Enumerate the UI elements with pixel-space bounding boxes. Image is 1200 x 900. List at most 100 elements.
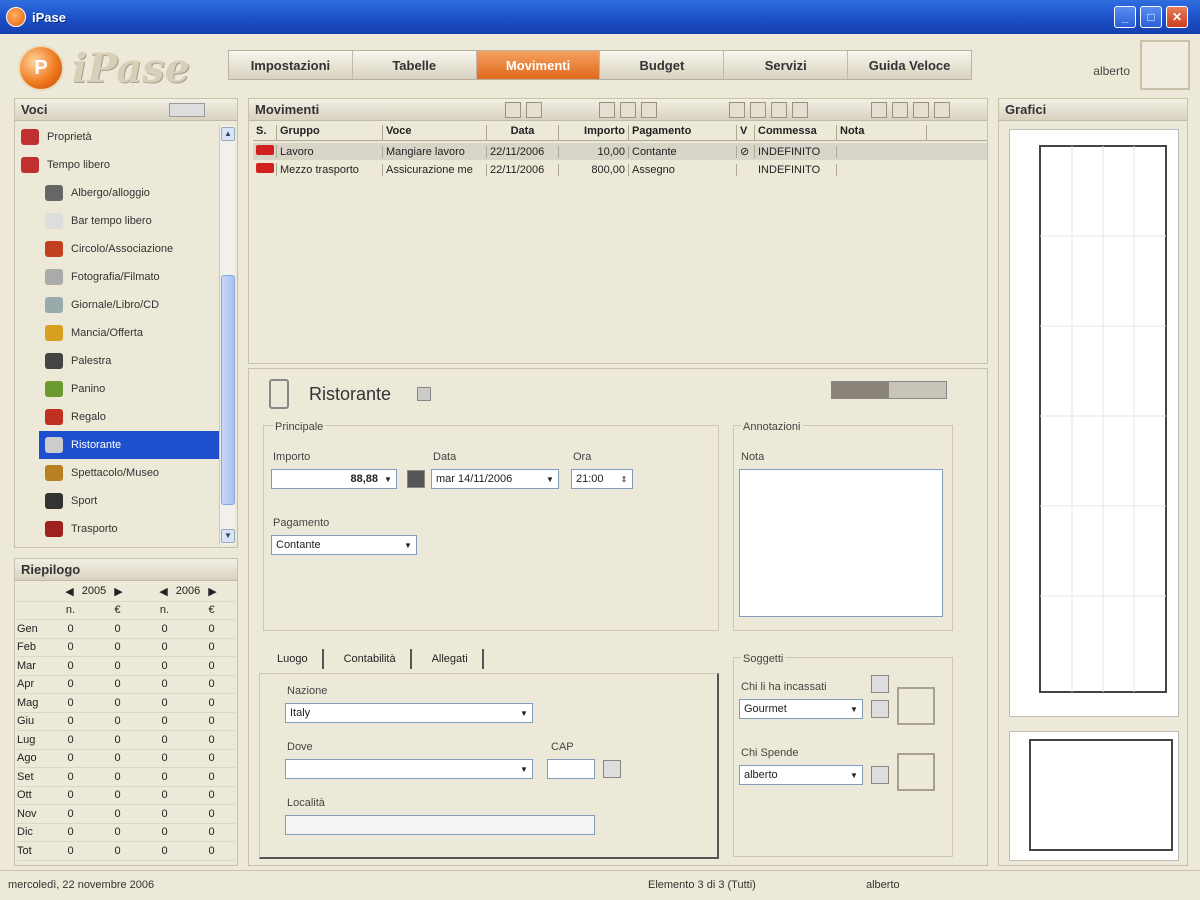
- chi-spende-select[interactable]: alberto ▼: [739, 765, 863, 785]
- toolbar-btn-icon[interactable]: [599, 102, 615, 118]
- summary-value: 0: [161, 696, 168, 709]
- col-gruppo[interactable]: Gruppo: [277, 125, 383, 140]
- dove-select[interactable]: ▼: [285, 759, 533, 779]
- edit-icon[interactable]: [417, 387, 432, 401]
- sidebar-item-panino[interactable]: Panino: [15, 375, 219, 403]
- lookup-icon[interactable]: [603, 760, 621, 778]
- toolbar-btn-icon[interactable]: [505, 102, 521, 118]
- scroll-up-icon[interactable]: ▲: [221, 127, 235, 141]
- toolbar-btn-icon[interactable]: [892, 102, 908, 118]
- sidebar-item-giornale-libro-cd[interactable]: Giornale/Libro/CD: [15, 291, 219, 319]
- col-importo[interactable]: Importo: [559, 125, 629, 140]
- next-year-icon[interactable]: ▶: [208, 585, 216, 598]
- edit-icon[interactable]: [871, 700, 889, 718]
- sidebar-item-palestra[interactable]: Palestra: [15, 347, 219, 375]
- sidebar-item-sport[interactable]: Sport: [15, 487, 219, 515]
- toolbar-btn-icon[interactable]: [771, 102, 787, 118]
- close-button[interactable]: ✕: [1166, 6, 1188, 28]
- chi-incassato-value: Gourmet: [744, 703, 787, 715]
- toolbar-group-1: [505, 102, 542, 118]
- toolbar-btn-icon[interactable]: [750, 102, 766, 118]
- view-toggle[interactable]: [831, 381, 947, 399]
- col-nota[interactable]: Nota: [837, 125, 927, 140]
- toolbar-btn-icon[interactable]: [729, 102, 745, 118]
- tab-allegati[interactable]: Allegati: [418, 649, 484, 669]
- chi-incassato-select[interactable]: Gourmet ▼: [739, 699, 863, 719]
- tab-tabelle[interactable]: Tabelle: [353, 51, 477, 79]
- toolbar-btn-icon[interactable]: [934, 102, 950, 118]
- sidebar-item-circolo-associazione[interactable]: Circolo/Associazione: [15, 235, 219, 263]
- sidebar-item-trasporto[interactable]: Trasporto: [15, 515, 219, 543]
- toolbar-btn-icon[interactable]: [792, 102, 808, 118]
- pagamento-select[interactable]: Contante ▼: [271, 535, 417, 555]
- prev-year-icon[interactable]: ◀: [159, 585, 167, 598]
- nota-textarea[interactable]: [739, 469, 943, 617]
- maximize-button[interactable]: □: [1140, 6, 1162, 28]
- voci-toggle-button[interactable]: [169, 103, 205, 117]
- toolbar-btn-icon[interactable]: [871, 102, 887, 118]
- toolbar-btn-icon[interactable]: [526, 102, 542, 118]
- sidebar-item-albergo-alloggio[interactable]: Albergo/alloggio: [15, 179, 219, 207]
- minimize-button[interactable]: _: [1114, 6, 1136, 28]
- dropdown-arrow-icon[interactable]: ▼: [402, 539, 414, 552]
- col-data[interactable]: Data: [487, 125, 559, 140]
- table-row[interactable]: Lavoro Mangiare lavoro 22/11/2006 10,00 …: [253, 143, 987, 160]
- col-pagamento[interactable]: Pagamento: [629, 125, 737, 140]
- sidebar-item-propriet-[interactable]: Proprietà: [15, 123, 219, 151]
- camera-icon: [45, 269, 63, 285]
- dropdown-arrow-icon[interactable]: ▼: [848, 703, 860, 716]
- add-icon[interactable]: [871, 675, 889, 693]
- edit-icon[interactable]: [871, 766, 889, 784]
- nazione-select[interactable]: Italy ▼: [285, 703, 533, 723]
- sidebar-item-bar-tempo-libero[interactable]: Bar tempo libero: [15, 207, 219, 235]
- spinner-icon[interactable]: ⇕: [618, 473, 630, 486]
- prev-year-icon[interactable]: ◀: [65, 585, 73, 598]
- tab-impostazioni[interactable]: Impostazioni: [229, 51, 353, 79]
- sidebar-item-label: Circolo/Associazione: [71, 243, 174, 255]
- tab-contabilita[interactable]: Contabilità: [330, 649, 412, 669]
- toolbar-btn-icon[interactable]: [641, 102, 657, 118]
- summary-value: 0: [114, 789, 121, 802]
- dropdown-arrow-icon[interactable]: ▼: [518, 763, 530, 776]
- next-year-icon[interactable]: ▶: [114, 585, 122, 598]
- tab-servizi[interactable]: Servizi: [724, 51, 849, 79]
- sidebar-item-tempo-libero[interactable]: Tempo libero: [15, 151, 219, 179]
- data-field[interactable]: mar 14/11/2006 ▼: [431, 469, 559, 489]
- toolbar-btn-icon[interactable]: [913, 102, 929, 118]
- dropdown-arrow-icon[interactable]: ▼: [518, 707, 530, 720]
- cap-field[interactable]: [547, 759, 595, 779]
- dropdown-arrow-icon[interactable]: ▼: [382, 473, 394, 486]
- user-name: alberto: [1093, 64, 1130, 78]
- localita-field[interactable]: [285, 815, 595, 835]
- window-title: iPase: [32, 9, 66, 25]
- dropdown-arrow-icon[interactable]: ▼: [544, 473, 556, 486]
- scroll-down-icon[interactable]: ▼: [221, 529, 235, 543]
- table-row[interactable]: Mezzo trasporto Assicurazione me 22/11/2…: [253, 161, 987, 178]
- col-voce[interactable]: Voce: [383, 125, 487, 140]
- user-avatar[interactable]: [1140, 40, 1190, 90]
- scroll-thumb[interactable]: [221, 275, 235, 505]
- summary-value: 0: [114, 733, 121, 746]
- tab-budget[interactable]: Budget: [600, 51, 725, 79]
- summary-value: 0: [161, 770, 168, 783]
- col-commessa[interactable]: Commessa: [755, 125, 837, 140]
- toolbar-btn-icon[interactable]: [620, 102, 636, 118]
- chart-secondary: [1009, 731, 1179, 861]
- tab-guida-veloce[interactable]: Guida Veloce: [848, 51, 971, 79]
- summary-value: 0: [67, 826, 74, 839]
- sidebar-item-mancia-offerta[interactable]: Mancia/Offerta: [15, 319, 219, 347]
- calculator-icon[interactable]: [407, 470, 425, 488]
- data-label: Data: [433, 451, 457, 463]
- sidebar-item-spettacolo-museo[interactable]: Spettacolo/Museo: [15, 459, 219, 487]
- sidebar-item-fotografia-filmato[interactable]: Fotografia/Filmato: [15, 263, 219, 291]
- dropdown-arrow-icon[interactable]: ▼: [848, 769, 860, 782]
- col-s[interactable]: S.: [253, 125, 277, 140]
- importo-field[interactable]: 88,88 ▼: [271, 469, 397, 489]
- tab-movimenti[interactable]: Movimenti: [476, 51, 601, 79]
- col-v[interactable]: V: [737, 125, 755, 140]
- ora-field[interactable]: 21:00 ⇕: [571, 469, 633, 489]
- voci-scrollbar[interactable]: ▲ ▼: [219, 125, 235, 545]
- sidebar-item-regalo[interactable]: Regalo: [15, 403, 219, 431]
- tab-luogo[interactable]: Luogo: [263, 649, 324, 669]
- sidebar-item-ristorante[interactable]: Ristorante: [39, 431, 219, 459]
